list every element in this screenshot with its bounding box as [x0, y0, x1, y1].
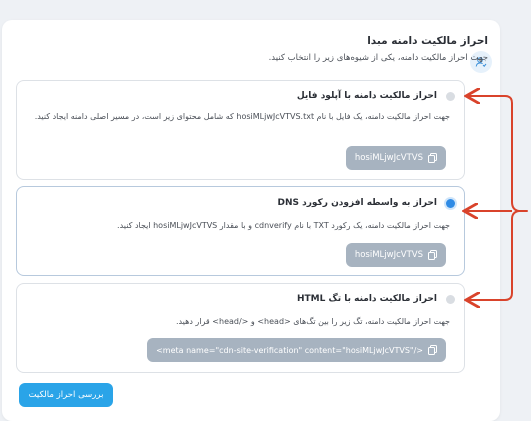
annotation-arrows [0, 0, 528, 421]
annotation-bracket [465, 95, 528, 301]
